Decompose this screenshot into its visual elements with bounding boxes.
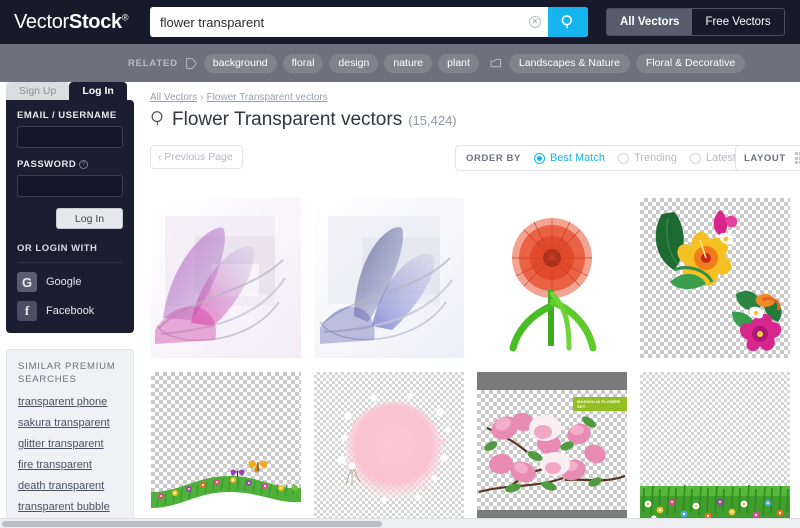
previous-page-button[interactable]: ‹ Previous Page	[150, 145, 243, 169]
breadcrumb-all-vectors[interactable]: All Vectors	[150, 92, 197, 103]
result-thumbnail[interactable]	[640, 198, 790, 358]
all-vectors-tab[interactable]: All Vectors	[607, 9, 693, 35]
search-magnifier-icon	[150, 110, 165, 133]
result-thumbnail[interactable]	[477, 198, 627, 358]
login-panel: EMAIL / USERNAME PASSWORD ? Log In OR LO…	[6, 100, 134, 333]
similar-search-link[interactable]: sakura transparent	[18, 417, 122, 429]
similar-search-link[interactable]: transparent bubble	[18, 501, 122, 513]
chevron-left-icon: ‹	[158, 151, 162, 163]
tab-sign-up[interactable]: Sign Up	[6, 82, 70, 100]
related-category-landscapes[interactable]: Landscapes & Nature	[508, 53, 630, 73]
logo-text-light: Vector	[14, 10, 69, 33]
results-grid: MAGNOLIA FLOWER SET	[151, 198, 800, 528]
social-login-facebook[interactable]: f Facebook	[17, 301, 123, 321]
breadcrumb-current[interactable]: Flower Transparent vectors	[207, 92, 328, 103]
related-pill-plant[interactable]: plant	[438, 53, 479, 73]
password-field[interactable]	[17, 175, 123, 197]
radio-icon	[690, 152, 701, 164]
info-question-icon[interactable]: ?	[79, 160, 89, 169]
previous-page-label: Previous Page	[164, 151, 233, 163]
google-icon: G	[17, 272, 37, 292]
tag-icon	[185, 57, 198, 70]
order-option-trending[interactable]: Trending	[617, 152, 677, 164]
order-option-label: Best Match	[549, 152, 605, 164]
left-sidebar: Sign Up Log In EMAIL / USERNAME PASSWORD…	[0, 82, 140, 528]
clear-x-icon: ✕	[529, 16, 541, 28]
facebook-icon: f	[17, 301, 37, 321]
vector-type-toggle: All Vectors Free Vectors	[606, 8, 785, 36]
similar-search-link[interactable]: glitter transparent	[18, 438, 122, 450]
layout-label: LAYOUT	[744, 152, 786, 164]
related-pill-background[interactable]: background	[203, 53, 277, 73]
order-option-label: Trending	[633, 152, 677, 164]
related-category-floral[interactable]: Floral & Decorative	[635, 53, 746, 73]
order-option-best-match[interactable]: Best Match	[533, 152, 605, 164]
similar-searches-title: SIMILAR PREMIUM SEARCHES	[18, 361, 116, 385]
result-thumbnail[interactable]	[151, 198, 301, 358]
login-submit-button[interactable]: Log In	[56, 208, 123, 229]
similar-premium-searches-panel: SIMILAR PREMIUM SEARCHES transparent pho…	[6, 349, 134, 528]
order-option-label: Latest	[706, 152, 736, 164]
horizontal-scrollbar[interactable]	[0, 518, 800, 528]
result-thumbnail[interactable]	[151, 372, 301, 528]
search-submit-button[interactable]	[548, 7, 588, 37]
social-login-facebook-label: Facebook	[46, 305, 95, 317]
free-vectors-tab[interactable]: Free Vectors	[692, 9, 783, 35]
password-label: PASSWORD ?	[17, 159, 123, 170]
email-label: EMAIL / USERNAME	[17, 110, 117, 121]
social-login-google[interactable]: G Google	[17, 272, 123, 292]
result-thumbnail[interactable]	[314, 372, 464, 528]
order-option-latest[interactable]: Latest	[690, 152, 736, 164]
grid-layout-icon[interactable]	[794, 152, 800, 164]
related-label: RELATED	[128, 57, 178, 69]
logo-registered-mark: ®	[121, 11, 129, 22]
breadcrumb: All Vectors › Flower Transparent vectors	[150, 92, 800, 103]
search-magnifier-icon	[561, 15, 573, 29]
results-toolbar: ‹ Previous Page ORDER BY Best Match Tren…	[150, 145, 800, 171]
auth-tabs: Sign Up Log In	[0, 82, 140, 100]
breadcrumb-separator: ›	[200, 92, 204, 103]
order-by-label: ORDER BY	[466, 152, 521, 164]
result-thumbnail[interactable]: MAGNOLIA FLOWER SET	[477, 372, 627, 528]
similar-search-link[interactable]: transparent phone	[18, 396, 122, 408]
scrollbar-thumb[interactable]	[2, 521, 382, 527]
radio-icon	[533, 152, 545, 164]
page-title: Flower Transparent vectors (15,424)	[150, 108, 800, 131]
similar-search-link[interactable]: fire transparent	[18, 459, 122, 471]
thumbnail-badge: MAGNOLIA FLOWER SET	[573, 397, 627, 411]
site-logo[interactable]: VectorStock®	[0, 11, 150, 34]
tab-log-in[interactable]: Log In	[69, 82, 127, 100]
result-thumbnail[interactable]	[314, 198, 464, 358]
related-pill-design[interactable]: design	[329, 53, 379, 73]
search-input[interactable]	[150, 7, 522, 37]
order-by-group: ORDER BY Best Match Trending Latest	[455, 145, 760, 171]
layout-group: LAYOUT	[735, 145, 800, 171]
category-tag-icon	[489, 57, 503, 70]
results-count: (15,424)	[408, 113, 457, 128]
related-keywords-bar: RELATED background floral design nature …	[0, 44, 800, 82]
clear-search-button[interactable]: ✕	[522, 7, 548, 37]
password-label-text: PASSWORD	[17, 159, 77, 170]
email-field[interactable]	[17, 126, 123, 148]
related-pill-nature[interactable]: nature	[384, 53, 433, 73]
result-thumbnail[interactable]	[640, 372, 790, 528]
logo-text-bold: Stock	[68, 10, 122, 33]
radio-icon	[617, 152, 629, 164]
similar-search-link[interactable]: death transparent	[18, 480, 122, 492]
page-title-text: Flower Transparent vectors	[172, 109, 403, 130]
related-pill-floral[interactable]: floral	[282, 53, 324, 73]
or-login-with-label: OR LOGIN WITH	[17, 243, 123, 263]
top-header: VectorStock® ✕ All Vectors Free Vectors	[0, 0, 800, 44]
search-bar: ✕	[150, 7, 588, 37]
social-login-google-label: Google	[46, 276, 82, 288]
